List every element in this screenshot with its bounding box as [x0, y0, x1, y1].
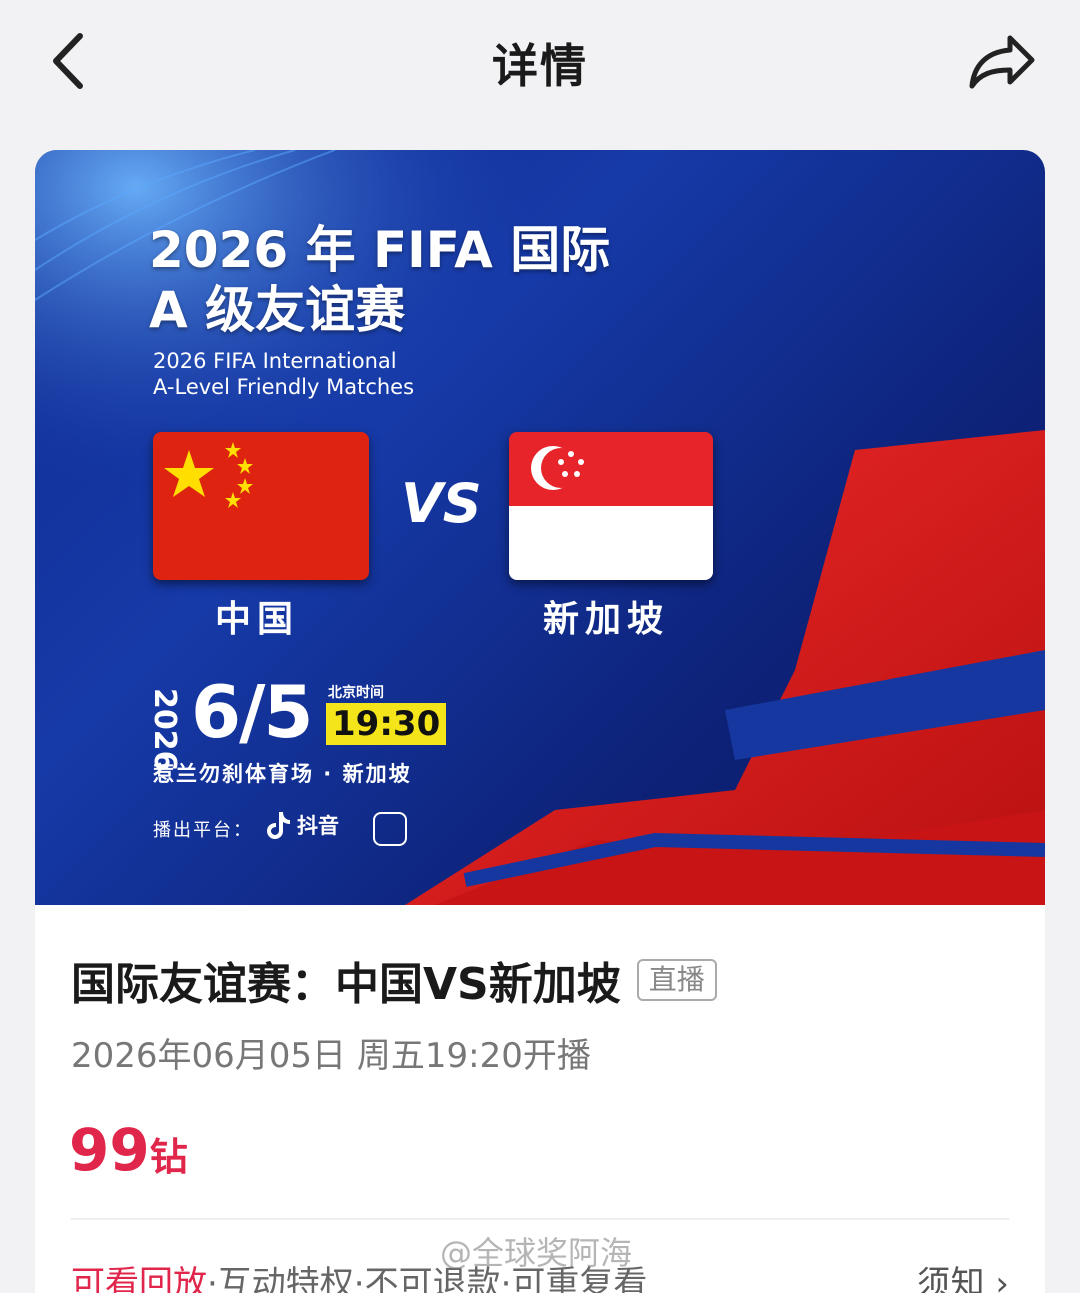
douyin-app-icon: [373, 812, 407, 846]
event-title-row: 国际友谊赛：中国VS新加坡 直播: [71, 948, 717, 1012]
poster-title-cn: 2026 年 FIFA 国际 A 级友谊赛: [149, 220, 610, 340]
poster-date: 6/5: [191, 670, 313, 754]
china-flag: [153, 432, 369, 580]
chevron-right-icon: ›: [995, 1264, 1009, 1293]
team-home-name: 中国: [215, 599, 300, 640]
notice-link[interactable]: 须知 ›: [917, 1256, 1009, 1293]
share-button[interactable]: [968, 32, 1038, 92]
poster-title-en: 2026 FIFA International A-Level Friendly…: [153, 348, 414, 400]
divider: [71, 1218, 1009, 1220]
poster-title-line1: 2026 年 FIFA 国际: [149, 221, 611, 279]
watermark: @全球奖阿海: [440, 1234, 633, 1272]
share-arrow-icon: [969, 35, 1035, 89]
versus-text: VS: [401, 472, 482, 535]
event-start-time: 2026年06月05日 周五19:20开播: [71, 1036, 591, 1076]
timezone-label: 北京时间: [328, 685, 384, 701]
live-badge: 直播: [636, 959, 717, 1001]
page-title: 详情: [492, 39, 588, 93]
price-unit: 钻: [149, 1135, 188, 1179]
notice-label: 须知: [916, 1264, 985, 1293]
event-poster[interactable]: 2026 年 FIFA 国际 A 级友谊赛 2026 FIFA Internat…: [35, 150, 1045, 905]
team-away-name: 新加坡: [543, 599, 670, 640]
douyin-logo-icon: [267, 812, 290, 839]
detail-page: 详情 2026 年 FIFA 国际 A 级友谊赛 2026 FIFA Inter…: [0, 0, 1080, 1293]
poster-title-line2: A 级友谊赛: [149, 281, 406, 339]
price: 99钻: [69, 1116, 188, 1184]
poster-venue: 惹兰勿刹体育场 · 新加坡: [153, 762, 412, 786]
event-card[interactable]: 2026 年 FIFA 国际 A 级友谊赛 2026 FIFA Internat…: [35, 150, 1045, 1293]
platform-name: 抖音: [297, 814, 339, 838]
poster-title-en-line2: A-Level Friendly Matches: [153, 375, 415, 399]
platform-douyin: 抖音: [265, 810, 339, 840]
poster-time: 19:30: [326, 703, 447, 745]
top-nav-bar: 详情: [0, 0, 1080, 125]
event-title: 国际友谊赛：中国VS新加坡: [71, 959, 621, 1010]
poster-title-en-line1: 2026 FIFA International: [153, 349, 397, 373]
price-number: 99: [69, 1116, 150, 1184]
perk-replay: 可看回放: [71, 1264, 207, 1293]
platform-label: 播出平台：: [153, 820, 253, 841]
singapore-flag: [509, 432, 713, 580]
